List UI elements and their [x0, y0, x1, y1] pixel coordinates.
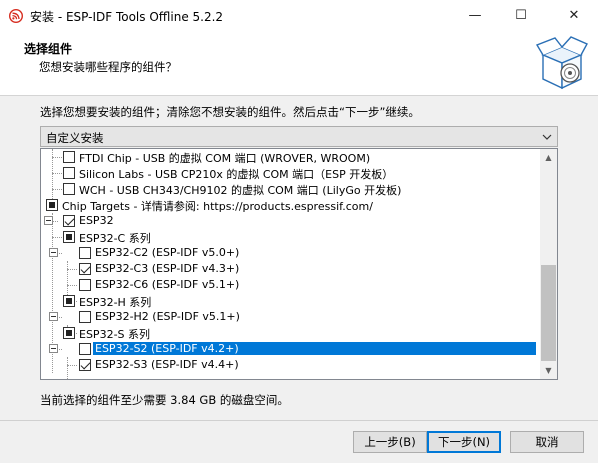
checkbox[interactable] — [63, 151, 75, 163]
checkbox[interactable] — [79, 359, 91, 371]
tree-item-label: Chip Targets - 详情请参阅: https://products.e… — [62, 200, 373, 213]
tree-item-esp32-s3[interactable]: ESP32-S3 (ESP-IDF v4.4+) — [41, 357, 541, 373]
install-type-value: 自定义安装 — [46, 131, 104, 145]
tree-item-label: ESP32-S3 (ESP-IDF v4.4+) — [95, 358, 239, 371]
tree-item-esp32-h-series[interactable]: ESP32-H 系列 — [41, 293, 541, 309]
checkbox[interactable] — [63, 327, 75, 339]
tree-item-ftdi[interactable]: FTDI Chip - USB 的虚拟 COM 端口 (WROVER, WROO… — [41, 149, 541, 165]
tree-item-wch[interactable]: WCH - USB CH343/CH9102 的虚拟 COM 端口 (LilyG… — [41, 181, 541, 197]
footer-divider — [0, 420, 598, 421]
checkbox[interactable] — [79, 279, 91, 291]
checkbox[interactable] — [63, 167, 75, 179]
maximize-button[interactable]: ☐ — [498, 0, 544, 31]
chevron-down-icon — [542, 134, 552, 140]
tree-item-esp32-c2[interactable]: ESP32-C2 (ESP-IDF v5.0+) — [41, 245, 541, 261]
install-type-select[interactable]: 自定义安装 — [40, 126, 558, 147]
checkbox[interactable] — [63, 295, 75, 307]
close-button[interactable]: ✕ — [550, 0, 598, 31]
tree-item-chip-targets[interactable]: Chip Targets - 详情请参阅: https://products.e… — [41, 197, 541, 213]
tree-item-label: ESP32 — [79, 214, 114, 227]
checkbox[interactable] — [79, 311, 91, 323]
tree-item-label: WCH - USB CH343/CH9102 的虚拟 COM 端口 (LilyG… — [79, 184, 402, 197]
tree-item-esp32-s-series[interactable]: ESP32-S 系列 — [41, 325, 541, 341]
scroll-up-icon[interactable]: ▲ — [540, 149, 557, 166]
tree-item-label: Silicon Labs - USB CP210x 的虚拟 COM 端口（ESP… — [79, 168, 394, 181]
checkbox[interactable] — [79, 343, 91, 355]
tree-item-esp32-c-series[interactable]: ESP32-C 系列 — [41, 229, 541, 245]
minimize-button[interactable]: — — [452, 0, 498, 31]
next-button[interactable]: 下一步(N) — [427, 431, 501, 453]
scroll-thumb[interactable] — [541, 265, 556, 361]
tree-scrollbar[interactable]: ▲ ▼ — [540, 149, 557, 379]
tree-item-esp32[interactable]: ESP32 — [41, 213, 541, 229]
tree-item-silicon-labs[interactable]: Silicon Labs - USB CP210x 的虚拟 COM 端口（ESP… — [41, 165, 541, 181]
checkbox[interactable] — [79, 247, 91, 259]
component-tree[interactable]: FTDI Chip - USB 的虚拟 COM 端口 (WROVER, WROO… — [40, 148, 558, 380]
scroll-down-icon[interactable]: ▼ — [540, 362, 557, 379]
tree-item-esp32-c6[interactable]: ESP32-C6 (ESP-IDF v5.1+) — [41, 277, 541, 293]
tree-item-label: ESP32-C3 (ESP-IDF v4.3+) — [95, 262, 240, 275]
checkbox[interactable] — [63, 231, 75, 243]
checkbox[interactable] — [79, 263, 91, 275]
tree-item-label: ESP32-C2 (ESP-IDF v5.0+) — [95, 246, 240, 259]
window-title: 安装 - ESP-IDF Tools Offline 5.2.2 — [30, 10, 224, 24]
instruction-text: 选择您想要安装的组件；清除您不想安装的组件。然后点击“下一步”继续。 — [40, 105, 420, 119]
back-button[interactable]: 上一步(B) — [353, 431, 427, 453]
page-title: 选择组件 — [24, 42, 73, 56]
tree-item-label: ESP32-H 系列 — [79, 296, 152, 309]
checkbox[interactable] — [63, 183, 75, 195]
tree-item-esp32-c3[interactable]: ESP32-C3 (ESP-IDF v4.3+) — [41, 261, 541, 277]
tree-item-label: ESP32-H2 (ESP-IDF v5.1+) — [95, 310, 240, 323]
cancel-button[interactable]: 取消 — [510, 431, 584, 453]
tree-item-esp32-s2[interactable]: ESP32-S2 (ESP-IDF v4.2+) — [41, 341, 536, 357]
tree-item-label: FTDI Chip - USB 的虚拟 COM 端口 (WROVER, WROO… — [79, 152, 371, 165]
title-bar: 安装 - ESP-IDF Tools Offline 5.2.2 — ☐ ✕ — [0, 0, 598, 31]
tree-item-label: ESP32-C6 (ESP-IDF v5.1+) — [95, 278, 240, 291]
page-subtitle: 您想安装哪些程序的组件？ — [39, 60, 177, 74]
checkbox[interactable] — [63, 215, 75, 227]
disk-space-text: 当前选择的组件至少需要 3.84 GB 的磁盘空间。 — [40, 393, 289, 407]
wizard-header: 选择组件 您想安装哪些程序的组件？ — [0, 31, 598, 96]
installer-box-icon — [535, 36, 588, 90]
espressif-logo-icon — [9, 9, 23, 23]
tree-item-label: ESP32-C 系列 — [79, 232, 151, 245]
tree-item-esp32-h2[interactable]: ESP32-H2 (ESP-IDF v5.1+) — [41, 309, 541, 325]
tree-item-label: ESP32-S 系列 — [79, 328, 151, 341]
tree-item-label: ESP32-S2 (ESP-IDF v4.2+) — [93, 342, 536, 355]
checkbox[interactable] — [46, 199, 58, 211]
